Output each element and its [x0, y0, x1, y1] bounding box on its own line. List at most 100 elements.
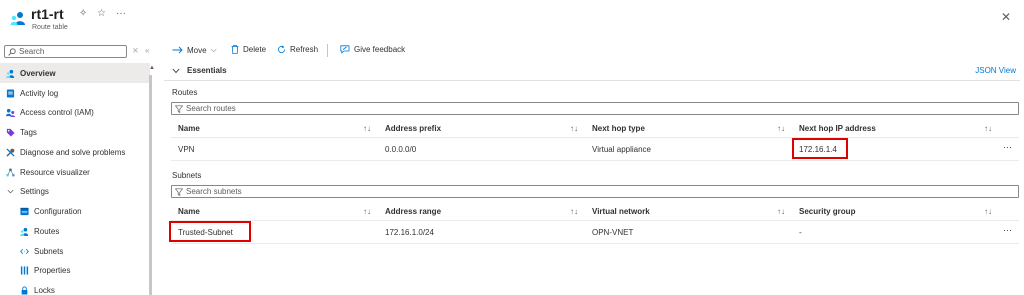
essentials-label: Essentials [187, 66, 227, 75]
virtual-network-cell[interactable]: OPN-VNET [592, 228, 633, 237]
routes-icon [20, 227, 29, 236]
refresh-button[interactable]: Refresh [277, 45, 318, 54]
sidebar-item-label: Routes [34, 226, 60, 236]
chevron-down-icon [7, 189, 14, 193]
sidebar-item-label: Overview [20, 68, 56, 78]
routes-section-title: Routes [172, 88, 198, 97]
route-name-cell[interactable]: VPN [178, 145, 194, 154]
favorite-star-icon[interactable]: ☆ [97, 8, 106, 19]
sidebar-item-configuration[interactable]: Configuration [0, 201, 150, 221]
configuration-icon [20, 207, 29, 215]
route-table-icon [10, 12, 25, 25]
address-prefix-cell: 0.0.0.0/0 [385, 145, 417, 154]
filter-icon [175, 105, 183, 113]
search-subnets-input[interactable]: Search subnets [171, 185, 1019, 198]
chevron-down-icon: ⌵ [210, 45, 217, 54]
highlight-box [792, 138, 848, 159]
row-divider [171, 243, 1019, 244]
wrench-icon [6, 147, 15, 157]
column-header-virtual-network[interactable]: Virtual network [592, 207, 650, 216]
sidebar-item-label: Diagnose and solve problems [20, 147, 126, 157]
sidebar-item-label: Resource visualizer [20, 167, 90, 177]
refresh-label: Refresh [290, 45, 319, 54]
search-routes-placeholder: Search routes [186, 104, 236, 113]
give-feedback-button[interactable]: Give feedback [340, 45, 405, 54]
sidebar-item-label: Subnets [34, 246, 64, 256]
sidebar-scrollbar-thumb[interactable] [149, 75, 152, 295]
sidebar-item-label: Activity log [20, 88, 59, 98]
essentials-divider [164, 80, 1020, 81]
sort-icon[interactable]: ↑↓ [363, 207, 371, 216]
feedback-icon [340, 45, 350, 54]
chevron-down-icon [172, 68, 180, 73]
sort-icon[interactable]: ↑↓ [984, 207, 992, 216]
sidebar-item-label: Tags [20, 127, 37, 137]
sidebar-item-subnets[interactable]: Subnets [0, 241, 150, 261]
json-view-link[interactable]: JSON View [975, 66, 1016, 75]
sidebar-item-overview[interactable]: Overview [0, 63, 150, 83]
trash-icon [231, 45, 239, 54]
filter-icon [175, 188, 183, 196]
column-header-name[interactable]: Name [178, 124, 200, 133]
sort-icon[interactable]: ↑↓ [984, 124, 992, 133]
subnets-section-title: Subnets [172, 171, 202, 180]
column-header-address-prefix[interactable]: Address prefix [385, 124, 441, 133]
scroll-up-icon[interactable]: ▲ [149, 65, 155, 71]
sidebar-item-resource-visualizer[interactable]: Resource visualizer [0, 162, 150, 182]
more-options-icon[interactable]: ··· [116, 8, 126, 19]
sidebar-item-routes[interactable]: Routes [0, 221, 150, 241]
sidebar-item-properties[interactable]: Properties [0, 260, 150, 280]
move-button[interactable]: Move ⌵ [172, 45, 217, 55]
search-icon [8, 48, 16, 56]
sidebar-item-locks[interactable]: Locks [0, 280, 150, 295]
give-feedback-label: Give feedback [354, 45, 406, 54]
column-header-address-range[interactable]: Address range [385, 207, 441, 216]
header-divider [171, 220, 1019, 221]
column-header-next-hop-ip[interactable]: Next hop IP address [799, 124, 876, 133]
sidebar-item-label: Configuration [34, 206, 82, 216]
header-divider [171, 137, 1019, 138]
column-header-name[interactable]: Name [178, 207, 200, 216]
sort-icon[interactable]: ↑↓ [777, 207, 785, 216]
search-routes-input[interactable]: Search routes [171, 102, 1019, 115]
sort-icon[interactable]: ↑↓ [570, 207, 578, 216]
sort-icon[interactable]: ↑↓ [570, 124, 578, 133]
sidebar-item-iam[interactable]: Access control (IAM) [0, 102, 150, 122]
sidebar-item-label: Settings [20, 186, 49, 196]
visualizer-icon [6, 167, 15, 177]
close-icon[interactable]: ✕ [1001, 10, 1011, 24]
column-header-next-hop-type[interactable]: Next hop type [592, 124, 645, 133]
page-subtitle: Route table [32, 24, 68, 31]
sidebar-item-diagnose[interactable]: Diagnose and solve problems [0, 142, 150, 162]
resource-header: rt1-rt Route table ✧ ☆ ··· ✕ [0, 0, 1024, 40]
collapse-sidebar-icon[interactable]: « [145, 46, 149, 55]
sidebar-item-tags[interactable]: Tags [0, 122, 150, 142]
tag-icon [6, 128, 15, 137]
sort-icon[interactable]: ↑↓ [777, 124, 785, 133]
sidebar-search-input[interactable]: Search [4, 45, 127, 58]
sidebar-item-activity-log[interactable]: Activity log [0, 83, 150, 103]
move-label: Move [187, 45, 207, 55]
pin-icon[interactable]: ✧ [79, 8, 87, 19]
delete-label: Delete [243, 45, 267, 54]
sidebar-group-settings[interactable]: Settings [0, 181, 150, 201]
activity-log-icon [6, 88, 15, 98]
sidebar-search-placeholder: Search [19, 47, 45, 56]
column-header-security-group[interactable]: Security group [799, 207, 855, 216]
delete-button[interactable]: Delete [231, 45, 266, 54]
row-more-icon[interactable]: ··· [1003, 225, 1012, 235]
sort-icon[interactable]: ↑↓ [363, 124, 371, 133]
subnets-icon [20, 248, 29, 254]
security-group-cell: - [799, 228, 802, 237]
next-hop-type-cell: Virtual appliance [592, 145, 652, 154]
essentials-toggle[interactable]: Essentials [172, 66, 227, 75]
address-range-cell: 172.16.1.0/24 [385, 228, 434, 237]
expand-icon[interactable]: ⨯ [132, 46, 139, 55]
search-subnets-placeholder: Search subnets [186, 187, 242, 196]
iam-icon [6, 108, 15, 117]
lock-icon [21, 285, 28, 295]
row-more-icon[interactable]: ··· [1003, 142, 1012, 152]
sidebar-item-label: Locks [34, 285, 55, 295]
page-title: rt1-rt [31, 6, 64, 22]
properties-icon [20, 265, 29, 275]
